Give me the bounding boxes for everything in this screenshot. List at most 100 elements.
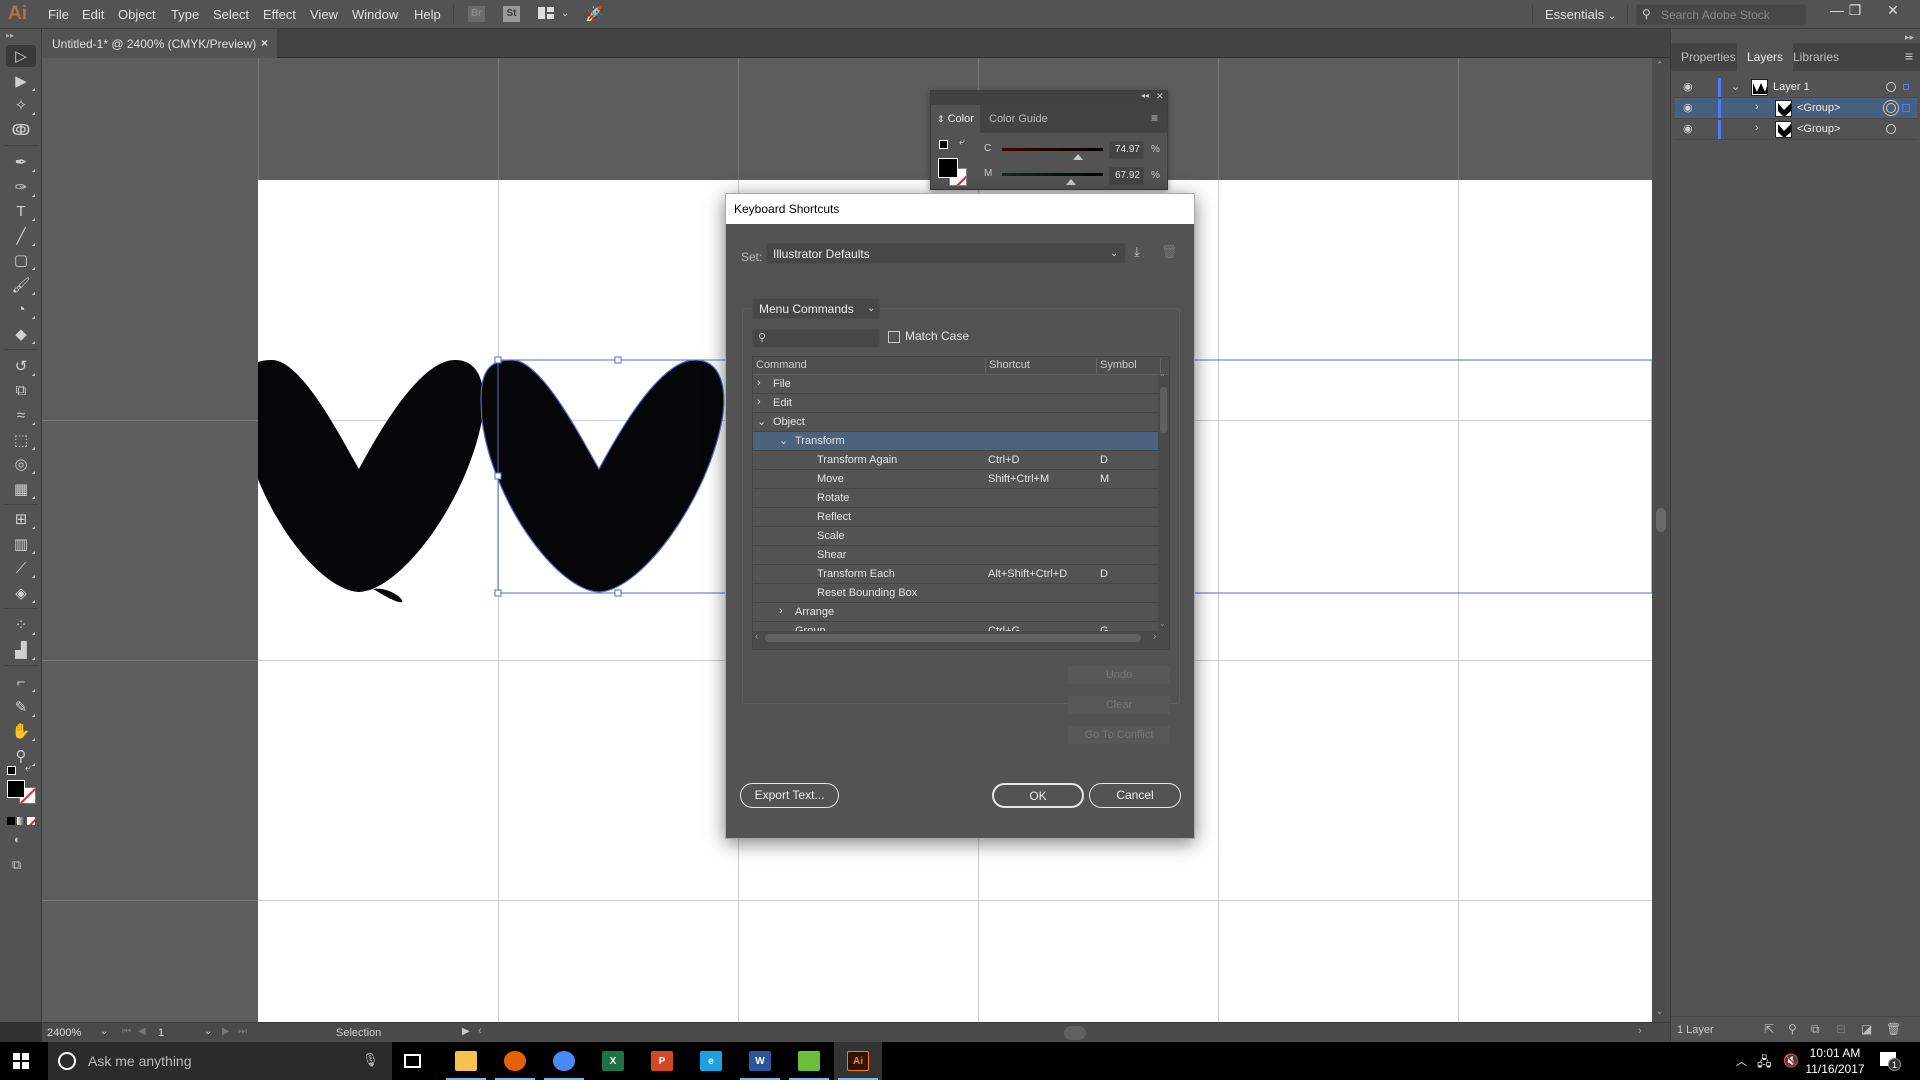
workspace-switcher[interactable]: Essentials ⌄ [1545, 7, 1616, 22]
expand-chevron-icon[interactable]: ⌄ [1731, 80, 1740, 93]
taskbar-file-explorer[interactable] [442, 1042, 490, 1080]
fill-swatch[interactable] [7, 780, 25, 798]
visibility-eye-icon[interactable]: ◉ [1683, 122, 1693, 135]
column-graph-tool[interactable]: ▟ [6, 639, 36, 661]
none-mode-button[interactable] [27, 817, 35, 825]
scroll-right-icon[interactable]: › [1153, 631, 1156, 642]
menu-object[interactable]: Object [118, 7, 156, 22]
action-center-icon[interactable]: 1 [1880, 1052, 1901, 1071]
gradient-mode-button[interactable] [17, 817, 25, 825]
change-screen-mode-icon[interactable]: ⧉ [12, 857, 21, 873]
table-row[interactable]: ⌄ Object [753, 413, 1158, 432]
show-hidden-icons-icon[interactable]: ︿ [1736, 1053, 1747, 1069]
collapse-icon[interactable]: ◂◂ [1141, 91, 1149, 100]
direct-selection-tool[interactable]: ▶ [6, 70, 36, 92]
arrange-documents-icon[interactable] [538, 7, 554, 19]
default-fill-stroke-icon[interactable] [7, 766, 16, 775]
volume-muted-icon[interactable]: 🔇 [1783, 1053, 1799, 1069]
menu-help[interactable]: Help [414, 7, 441, 22]
blend-tool[interactable]: ◈ [6, 582, 36, 604]
scrollbar-thumb[interactable] [1160, 387, 1167, 433]
slice-tool[interactable]: ✎ [6, 696, 36, 718]
expand-chevron-icon[interactable]: › [757, 377, 761, 389]
collapse-chevron-icon[interactable]: ⌄ [757, 415, 766, 428]
panel-menu-icon[interactable]: ≡ [1151, 111, 1158, 125]
menu-type[interactable]: Type [171, 7, 199, 22]
swap-fill-stroke-icon[interactable]: ⤶ [959, 136, 965, 149]
command-search-input[interactable]: ⚲ [752, 329, 880, 348]
close-tab-icon[interactable]: × [261, 36, 268, 50]
taskbar-excel[interactable]: X [589, 1042, 637, 1080]
drawing-modes-icon[interactable]: ◐ [14, 834, 21, 846]
column-divider[interactable] [1160, 359, 1161, 373]
table-row[interactable]: ⌄ Transform [753, 432, 1158, 451]
menu-view[interactable]: View [310, 7, 338, 22]
selection-indicator-icon[interactable] [1903, 84, 1909, 90]
zoom-dropdown-icon[interactable]: ⌄ [100, 1026, 108, 1037]
table-row[interactable]: › Arrange [753, 603, 1158, 622]
windows-start-button[interactable] [13, 1053, 29, 1069]
color-mode-button[interactable] [7, 817, 15, 825]
table-row[interactable]: Transform Each Alt+Shift+Ctrl+D D [753, 565, 1158, 584]
horizontal-scrollbar-thumb[interactable] [1064, 1026, 1086, 1040]
scroll-right-icon[interactable]: › [1638, 1025, 1642, 1037]
scrollbar-thumb[interactable] [765, 634, 1141, 642]
tab-color[interactable]: ⇕ Color [931, 105, 980, 133]
shaper-tool[interactable]: ◔ [6, 298, 36, 320]
export-icon[interactable]: ⇱ [1764, 1022, 1774, 1036]
selection-tool[interactable]: ▷ [6, 45, 36, 67]
tab-color-guide[interactable]: Color Guide [983, 105, 1054, 133]
eyedropper-tool[interactable]: ⟋ [6, 557, 36, 579]
magenta-slider[interactable] [1002, 173, 1103, 176]
bridge-button[interactable]: Br [468, 6, 485, 22]
stock-search-input[interactable]: ⚲ Search Adobe Stock [1636, 4, 1806, 25]
scroll-down-icon[interactable]: ⌄ [1159, 619, 1166, 628]
tab-properties[interactable]: Properties [1671, 43, 1746, 71]
collapse-panels-icon[interactable]: ▸▸ [1905, 32, 1914, 43]
target-icon[interactable] [1886, 82, 1896, 92]
column-divider[interactable] [1096, 359, 1097, 373]
default-fill-stroke-icon[interactable] [939, 140, 948, 149]
taskbar-word[interactable]: W [736, 1042, 784, 1080]
lasso-tool[interactable]: ↂ [6, 119, 36, 141]
layer-row[interactable]: ◉ ⌄ Layer 1 [1675, 77, 1917, 98]
scroll-up-icon[interactable]: ⌃ [1159, 373, 1166, 382]
table-row[interactable]: Transform Again Ctrl+D D [753, 451, 1158, 470]
gradient-tool[interactable]: ▥ [6, 533, 36, 555]
visibility-eye-icon[interactable]: ◉ [1683, 80, 1693, 93]
layer-row[interactable]: ◉ › <Group> [1675, 119, 1917, 140]
zoom-tool[interactable]: ⚲ [6, 745, 36, 767]
column-header-command[interactable]: Command [756, 359, 807, 371]
magenta-slider-thumb[interactable] [1065, 179, 1076, 185]
shortcut-value[interactable]: Shift+Ctrl+M [988, 473, 1049, 485]
table-row[interactable]: Move Shift+Ctrl+M M [753, 470, 1158, 489]
cortana-search-box[interactable]: Ask me anything 🎙 [48, 1042, 392, 1080]
task-view-icon[interactable] [404, 1054, 421, 1068]
column-divider[interactable] [985, 359, 986, 373]
menu-edit[interactable]: Edit [82, 7, 104, 22]
stock-button[interactable]: St [503, 6, 520, 22]
shape-builder-tool[interactable]: ◎ [6, 453, 36, 475]
scroll-left-icon[interactable]: ‹ [755, 631, 758, 642]
table-row[interactable]: Reset Bounding Box [753, 584, 1158, 603]
status-menu-arrow-icon[interactable]: ▶ [462, 1026, 470, 1037]
shortcut-set-dropdown[interactable]: Illustrator Defaults ⌄ [766, 243, 1126, 264]
eraser-tool[interactable]: ◆ [6, 323, 36, 345]
match-case-label[interactable]: Match Case [905, 329, 969, 343]
taskbar-internet-explorer[interactable]: e [687, 1042, 735, 1080]
rotate-tool[interactable]: ↺ [6, 355, 36, 377]
artboard-dropdown-icon[interactable]: ⌄ [204, 1026, 212, 1037]
symbol-value[interactable]: D [1100, 454, 1108, 466]
microphone-icon[interactable]: 🎙 [362, 1052, 379, 1068]
new-layer-icon[interactable]: ◪ [1861, 1022, 1872, 1036]
menu-effect[interactable]: Effect [263, 7, 296, 22]
column-header-symbol[interactable]: Symbol [1100, 359, 1137, 371]
table-row[interactable]: › Edit [753, 394, 1158, 413]
cyan-value-input[interactable]: 74.97 [1109, 141, 1144, 159]
rectangle-tool[interactable]: ▢ [6, 249, 36, 271]
tab-libraries[interactable]: Libraries [1783, 43, 1849, 71]
menu-file[interactable]: File [48, 7, 69, 22]
expand-chevron-icon[interactable]: › [779, 605, 783, 617]
table-row[interactable]: Scale [753, 527, 1158, 546]
taskbar-greenshot[interactable] [785, 1042, 833, 1080]
